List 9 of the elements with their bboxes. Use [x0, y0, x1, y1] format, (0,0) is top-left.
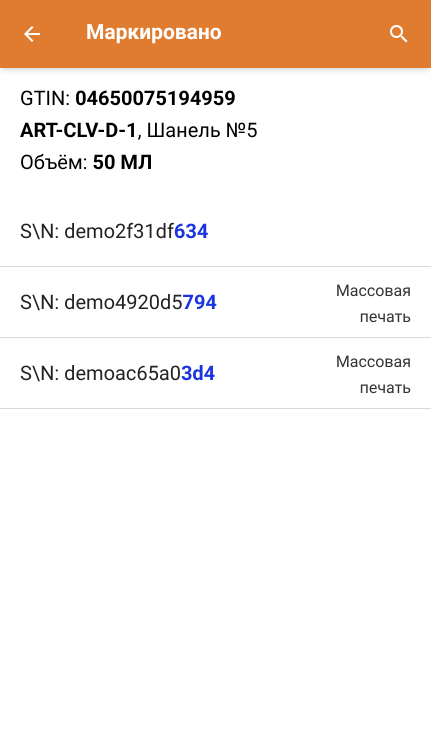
serial-number: S\N: demoac65a03d4	[20, 360, 216, 387]
screen-title: Маркировано	[86, 20, 223, 48]
print-mode-label: Массовая печать	[334, 280, 411, 328]
product-info-line: GTIN: 04650075194959	[20, 85, 237, 112]
serial-number: S\N: demo2f31df634	[20, 218, 208, 245]
serial-number: S\N: demo4920d5794	[20, 289, 217, 316]
product-info-line: Объём: 50 МЛ	[20, 149, 154, 176]
print-mode-label: Массовая печать	[334, 351, 411, 399]
product-info-line: ART-CLV-D-1, Шанель №5	[20, 117, 258, 144]
